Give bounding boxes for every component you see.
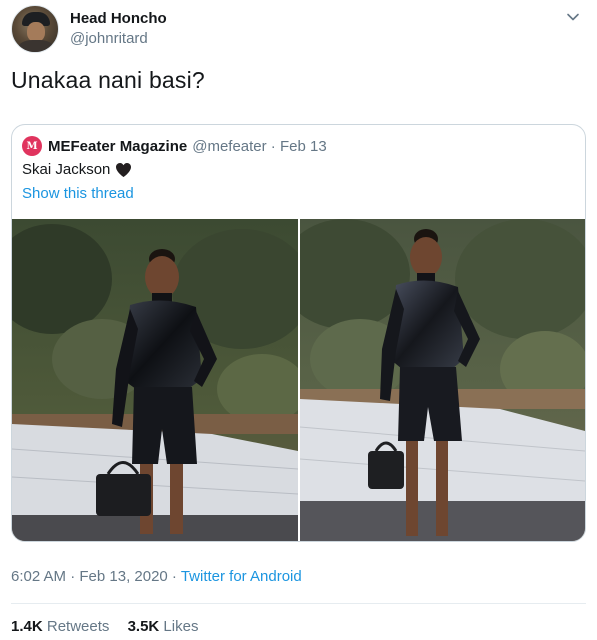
- likes-label[interactable]: Likes: [163, 618, 198, 635]
- black-heart-icon: [115, 162, 132, 178]
- photo-left[interactable]: [12, 219, 298, 541]
- tweet-stats: 1.4K Retweets 3.5K Likes: [11, 618, 212, 635]
- tweet: Head Honcho @johnritard Unakaa nani basi…: [0, 0, 597, 640]
- author-names: Head Honcho @johnritard: [70, 9, 167, 49]
- tweet-source[interactable]: Twitter for Android: [181, 568, 302, 585]
- retweets-count[interactable]: 1.4K: [11, 618, 43, 635]
- retweets-label[interactable]: Retweets: [47, 618, 110, 635]
- tweet-header: Head Honcho @johnritard: [11, 5, 591, 55]
- quoted-media: [12, 219, 585, 541]
- likes-count[interactable]: 3.5K: [128, 618, 160, 635]
- show-thread-link[interactable]: Show this thread: [22, 185, 134, 202]
- photo-right[interactable]: [300, 219, 585, 541]
- author-display-name[interactable]: Head Honcho: [70, 9, 167, 29]
- divider: [11, 603, 586, 604]
- quoted-display-name[interactable]: MEFeater Magazine: [48, 138, 187, 155]
- quoted-avatar[interactable]: M: [22, 136, 42, 156]
- quoted-handle-date: @mefeater · Feb 13: [192, 137, 327, 155]
- quoted-tweet[interactable]: M MEFeater Magazine @mefeater · Feb 13 S…: [11, 124, 586, 542]
- quoted-text: Skai Jackson: [22, 161, 111, 178]
- tweet-timestamp[interactable]: 6:02 AM · Feb 13, 2020 ·: [11, 568, 181, 585]
- author-avatar[interactable]: [11, 5, 59, 53]
- chevron-down-icon[interactable]: [565, 9, 581, 25]
- tweet-meta: 6:02 AM · Feb 13, 2020 · Twitter for And…: [11, 568, 302, 585]
- author-handle[interactable]: @johnritard: [70, 29, 167, 49]
- quoted-text-row: Skai Jackson: [22, 161, 132, 178]
- tweet-text: Unakaa nani basi?: [11, 67, 205, 93]
- quoted-tweet-header: M MEFeater Magazine @mefeater · Feb 13: [22, 135, 327, 157]
